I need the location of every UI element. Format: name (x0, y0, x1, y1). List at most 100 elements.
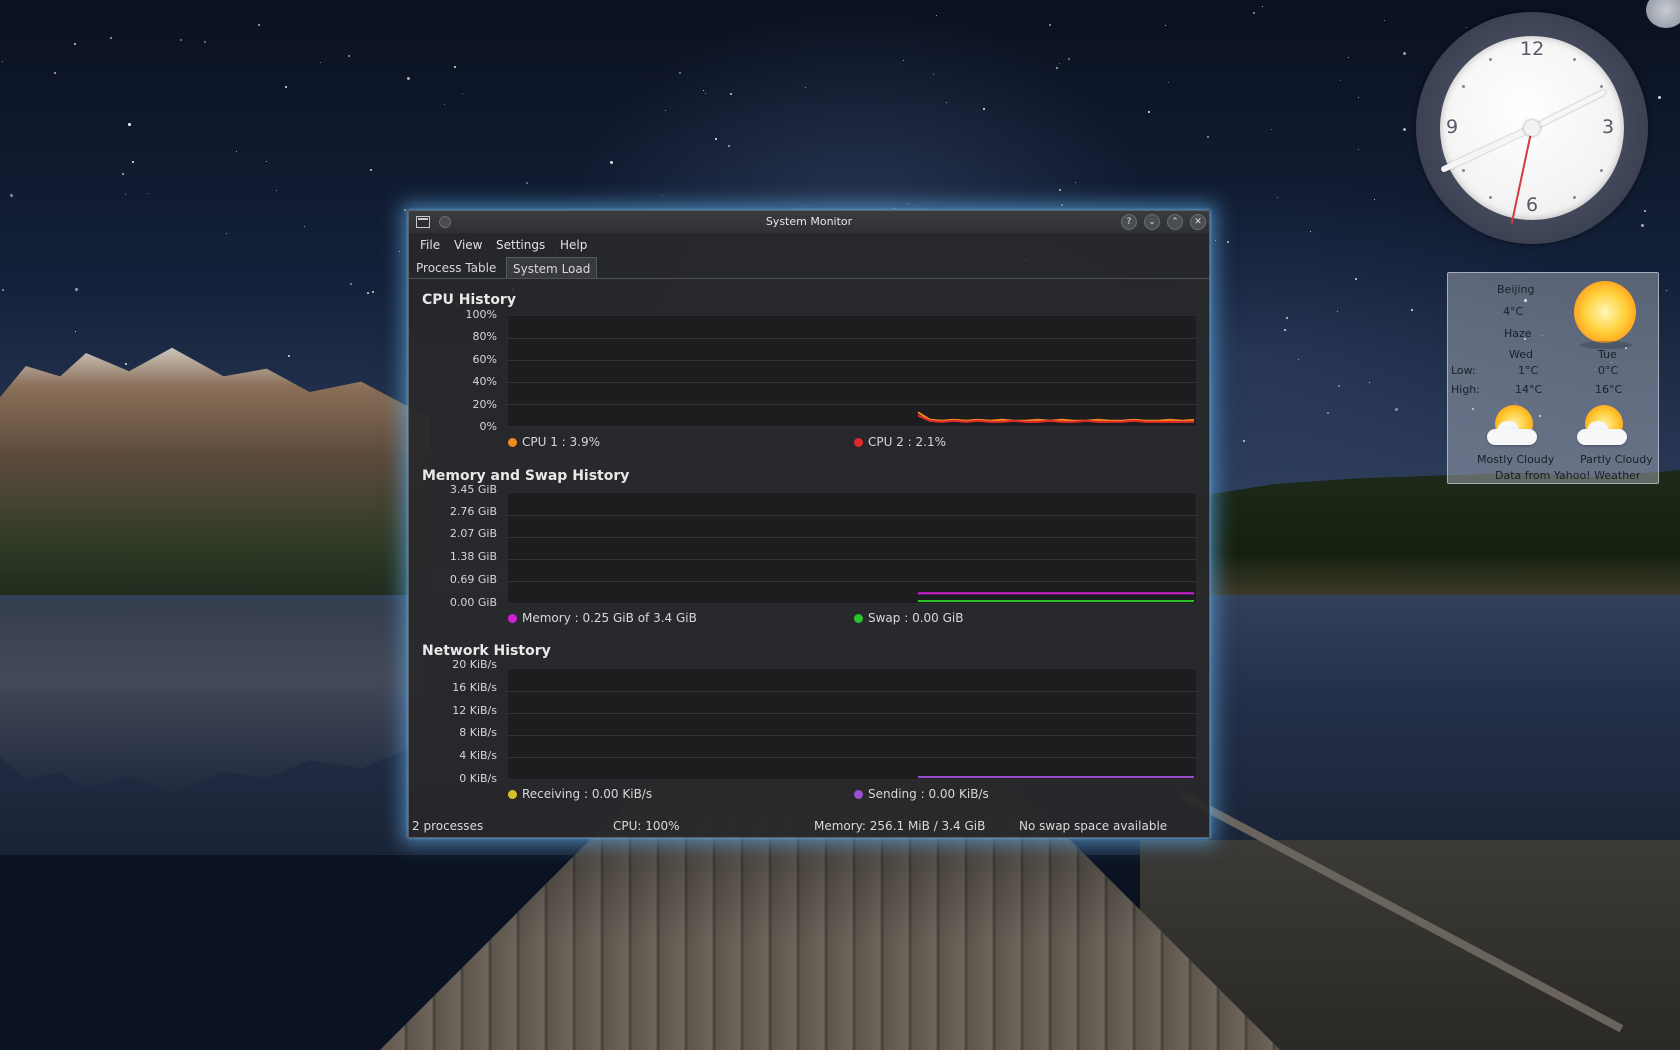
star (1340, 80, 1341, 81)
forecast-low-1: 1°C (1518, 364, 1539, 377)
forecast-day-1: Wed (1509, 348, 1533, 361)
star (75, 331, 76, 332)
star (404, 209, 406, 211)
tab-bar: Process Table System Load (409, 257, 1209, 279)
weather-condition: Haze (1504, 327, 1532, 340)
weather-widget[interactable]: Beijing 4°C Haze Wed Tue Low: 1°C 0°C Hi… (1447, 272, 1659, 484)
plot-canvas (918, 592, 1194, 602)
swap-legend: Swap : 0.00 GiB (854, 611, 963, 625)
clock-number-9: 9 (1446, 116, 1459, 138)
star (1271, 129, 1272, 130)
cpu-history-title: CPU History (422, 292, 516, 308)
star (348, 55, 350, 57)
network-history-plot (507, 668, 1197, 780)
cloud-sun-icon (1485, 405, 1539, 449)
window-title: System Monitor (765, 215, 853, 228)
series-line-cpu-1 (917, 411, 1195, 422)
star (1348, 57, 1349, 58)
star (705, 93, 706, 94)
weather-source: Data from Yahoo! Weather (1495, 469, 1641, 482)
star (276, 190, 277, 191)
forecast-low-2: 0°C (1598, 364, 1619, 377)
memory-tick-label: 2.76 GiB (449, 505, 497, 518)
star (1644, 210, 1646, 212)
cpu-tick-label: 40% (472, 375, 497, 388)
status-processes: 2 processes (412, 819, 484, 833)
close-icon[interactable]: ✕ (1190, 214, 1206, 230)
plot-canvas (917, 411, 1195, 423)
star (1355, 278, 1357, 280)
star (1168, 82, 1169, 83)
star (1286, 317, 1288, 319)
window-titlebar[interactable]: System Monitor ? ⌄ ⌃ ✕ (409, 211, 1209, 233)
network-history-title: Network History (422, 643, 551, 659)
star (1215, 240, 1216, 241)
star (236, 151, 237, 152)
cpu-tick-label: 100% (465, 308, 497, 321)
star (454, 66, 456, 68)
memory-tick-label: 0.00 GiB (449, 596, 497, 609)
menu-help[interactable]: Help (560, 238, 587, 252)
star (304, 226, 305, 227)
cpu1-legend-label: CPU 1 : 3.9% (522, 435, 601, 449)
memory-tick-label: 1.38 GiB (449, 550, 497, 563)
star (1277, 197, 1278, 198)
cpu1-legend-swatch (508, 438, 517, 447)
star (407, 77, 410, 80)
help-icon[interactable]: ? (1121, 214, 1137, 230)
star (526, 182, 528, 184)
star (226, 233, 227, 234)
star (285, 86, 287, 88)
cloud-sun-icon (1575, 405, 1629, 449)
tab-process-table[interactable]: Process Table (410, 257, 502, 279)
network-tick-label: 4 KiB/s (459, 749, 497, 762)
star (399, 251, 400, 252)
star (1243, 440, 1245, 442)
cpu2-legend: CPU 2 : 2.1% (854, 435, 946, 449)
star (1404, 129, 1405, 130)
star (1165, 25, 1166, 26)
star (1059, 189, 1061, 191)
sending-legend-swatch (854, 790, 863, 799)
clock-tick (1600, 169, 1603, 172)
star (1207, 136, 1209, 138)
star (715, 138, 717, 140)
star (1227, 241, 1229, 243)
maximize-icon[interactable]: ⌃ (1167, 214, 1183, 230)
star (1298, 359, 1299, 360)
clock-number-3: 3 (1602, 116, 1615, 138)
tab-system-load[interactable]: System Load (506, 257, 598, 279)
low-label: Low: (1451, 364, 1476, 377)
star (54, 72, 56, 74)
star (1068, 58, 1070, 60)
network-tick-label: 20 KiB/s (452, 658, 497, 671)
star (180, 39, 182, 41)
forecast-high-1: 14°C (1515, 383, 1543, 396)
star (266, 161, 267, 162)
tab-divider (409, 278, 1209, 279)
menu-file[interactable]: File (420, 238, 440, 252)
menu-settings[interactable]: Settings (496, 238, 545, 252)
star (1061, 204, 1063, 206)
minimize-icon[interactable]: ⌄ (1144, 214, 1160, 230)
swap-legend-swatch (854, 614, 863, 623)
memory-legend-label: Memory : 0.25 GiB of 3.4 GiB (522, 611, 697, 625)
star (679, 72, 681, 74)
status-cpu: CPU: 100% (613, 819, 680, 833)
star (288, 355, 290, 357)
forecast-condition-1: Mostly Cloudy (1477, 453, 1555, 466)
star (462, 93, 463, 94)
clock-tick (1573, 58, 1576, 61)
star (1075, 182, 1076, 183)
sun-icon (1574, 281, 1636, 343)
analog-clock-widget[interactable]: 12 3 6 9 (1416, 12, 1648, 244)
clock-number-6: 6 (1526, 194, 1539, 216)
sending-legend: Sending : 0.00 KiB/s (854, 787, 989, 801)
star (1327, 412, 1329, 414)
menu-view[interactable]: View (454, 238, 482, 252)
star (1148, 111, 1150, 113)
clock-tick (1489, 196, 1492, 199)
star (1284, 329, 1286, 331)
network-tick-label: 0 KiB/s (459, 772, 497, 785)
star (1395, 408, 1398, 411)
